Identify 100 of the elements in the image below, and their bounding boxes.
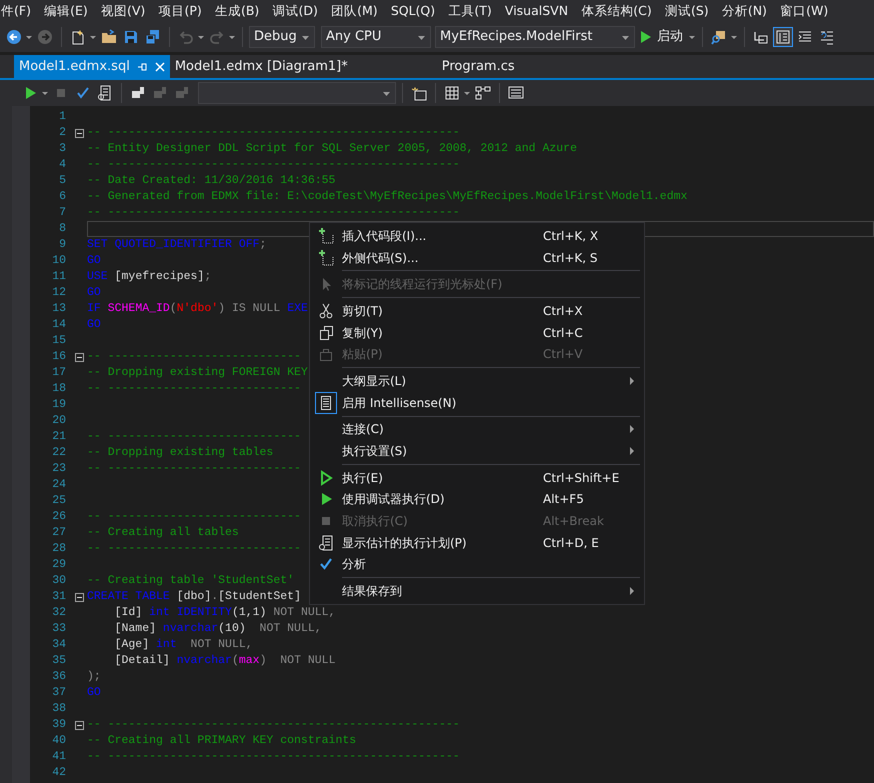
collapse-icon[interactable] xyxy=(75,592,84,602)
context-menu-item[interactable]: 使用调试器执行(D) Alt+F5 xyxy=(310,488,644,510)
line-number: 20 xyxy=(51,413,67,429)
comment-icon[interactable] xyxy=(819,29,835,45)
code-line: -- ---------------------------- xyxy=(87,541,301,557)
shortcut-text: Ctrl+K, S xyxy=(543,250,598,265)
context-menu-item[interactable]: 外侧代码(S)... Ctrl+K, S xyxy=(310,246,644,268)
execute-icon xyxy=(318,470,334,486)
properties-icon[interactable] xyxy=(508,85,524,101)
shortcut-text: Ctrl+Shift+E xyxy=(543,470,620,485)
context-menu-item[interactable]: 连接(C) xyxy=(310,418,644,440)
line-number: 25 xyxy=(51,493,67,509)
line-number: 15 xyxy=(51,333,67,349)
code-line: -- Creating table 'StudentSet' xyxy=(87,573,294,589)
line-number: 30 xyxy=(51,573,67,589)
code-line: IF SCHEMA_ID(N'dbo') IS NULL EXE xyxy=(87,301,308,317)
execution-plan-icon[interactable] xyxy=(97,85,113,101)
open-folder-icon[interactable] xyxy=(101,29,117,45)
document-tab[interactable]: Model1.edmx [Diagram1]* xyxy=(170,55,353,78)
diagram-icon[interactable] xyxy=(475,85,491,101)
code-line: -- --------------------------------------------------- xyxy=(87,125,460,141)
code-line: -- ---------------------------- xyxy=(87,381,301,397)
line-number: 35 xyxy=(51,653,67,669)
context-menu-item[interactable]: 大纲显示(L) xyxy=(310,370,644,392)
menu-bar-item[interactable]: 件(F) xyxy=(0,1,38,21)
save-icon[interactable] xyxy=(123,29,139,45)
platform-dropdown[interactable]: Any CPU xyxy=(321,26,431,48)
context-menu-item[interactable]: 执行(E) Ctrl+Shift+E xyxy=(310,466,644,489)
context-menu-item[interactable]: 剪切(T) Ctrl+X xyxy=(310,300,644,322)
copy-icon xyxy=(318,324,334,341)
new-item-icon[interactable] xyxy=(70,29,86,45)
back-icon[interactable] xyxy=(6,29,22,45)
close-icon[interactable] xyxy=(154,60,166,72)
menu-bar-item[interactable]: 分析(N) xyxy=(715,1,774,21)
line-number: 2 xyxy=(58,125,67,141)
scissors-icon xyxy=(318,302,334,319)
context-menu-item[interactable]: 插入代码段(I)... Ctrl+K, X xyxy=(310,225,644,247)
save-all-icon[interactable] xyxy=(145,29,161,45)
line-number: 18 xyxy=(51,381,67,397)
code-line: -- Dropping existing FOREIGN KEY xyxy=(87,365,308,381)
context-menu-item[interactable]: 启用 Intellisense(N) xyxy=(310,392,644,414)
code-line: -- --------------------------------------------------- xyxy=(87,157,460,173)
line-number: 39 xyxy=(51,717,67,733)
code-line: GO xyxy=(87,685,101,701)
line-number: 12 xyxy=(51,285,67,301)
menu-bar-item[interactable]: 工具(T) xyxy=(442,1,498,21)
context-menu-item[interactable]: 复制(Y) Ctrl+C xyxy=(310,322,644,344)
new-query-icon[interactable] xyxy=(411,85,427,101)
menu-bar-item[interactable]: 团队(M) xyxy=(324,1,384,21)
code-line: -- ---------------------------- xyxy=(87,509,301,525)
code-line: -- Creating all PRIMARY KEY constraints xyxy=(87,733,356,749)
configuration-dropdown[interactable]: Debug xyxy=(249,26,315,48)
startup-project-dropdown[interactable]: MyEfRecipes.ModelFirst xyxy=(435,26,635,48)
context-menu-item[interactable]: 执行设置(S) xyxy=(310,440,644,462)
connect-icon[interactable] xyxy=(130,85,146,101)
code-line: USE [myefrecipes]; xyxy=(87,269,212,285)
code-line: -- Entity Designer DDL Script for SQL Server 2005, 2008, 2012 and Azure xyxy=(87,141,577,157)
step-icon[interactable] xyxy=(753,29,769,45)
shortcut-text: Ctrl+K, X xyxy=(543,228,598,243)
layout-icon[interactable] xyxy=(775,29,791,45)
shortcut-text: Alt+F5 xyxy=(543,492,584,506)
collapse-icon[interactable] xyxy=(75,720,84,730)
menu-bar-item[interactable]: 生成(B) xyxy=(208,1,266,21)
menu-bar-item[interactable]: VisualSVN xyxy=(498,1,575,21)
code-line: -- ---------------------------- xyxy=(87,461,301,477)
context-menu-item[interactable]: 显示估计的执行计划(P) Ctrl+D, E xyxy=(310,532,644,554)
menu-bar-item[interactable]: SQL(Q) xyxy=(384,1,442,21)
menu-bar-item[interactable]: 编辑(E) xyxy=(38,1,94,21)
grid-icon[interactable] xyxy=(444,85,460,101)
start-button[interactable]: 启动 xyxy=(637,27,687,47)
menu-bar-item[interactable]: 体系结构(C) xyxy=(574,1,658,21)
line-number: 5 xyxy=(58,173,67,189)
line-number: 6 xyxy=(58,189,67,205)
context-menu-item[interactable]: 结果保存到 xyxy=(310,580,644,602)
line-number: 21 xyxy=(51,429,67,445)
menu-bar-item[interactable]: 调试(D) xyxy=(266,1,324,21)
menu-bar-item[interactable]: 测试(S) xyxy=(658,1,716,21)
find-in-files-icon[interactable] xyxy=(711,29,727,45)
line-number: 41 xyxy=(51,749,67,765)
line-number: 16 xyxy=(51,349,67,365)
menu-bar-item[interactable]: 项目(P) xyxy=(152,1,208,21)
pin-icon[interactable] xyxy=(136,60,148,72)
collapse-icon[interactable] xyxy=(75,128,84,138)
document-tab[interactable]: Model1.edmx.sql xyxy=(14,55,170,78)
line-number: 3 xyxy=(58,141,67,157)
document-tab[interactable]: Program.cs xyxy=(436,55,520,78)
line-number: 7 xyxy=(58,205,67,221)
execution-plan-icon xyxy=(318,534,334,551)
shortcut-text: Ctrl+D, E xyxy=(543,536,599,550)
shortcut-text: Alt+Break xyxy=(543,514,604,528)
collapse-icon[interactable] xyxy=(75,352,84,362)
line-number: 8 xyxy=(58,221,67,237)
context-menu-item[interactable]: 分析 xyxy=(310,554,644,576)
check-icon[interactable] xyxy=(75,85,91,101)
line-number: 40 xyxy=(51,733,67,749)
code-line: [Detail] nvarchar(max) NOT NULL xyxy=(114,653,336,669)
menu-bar-item[interactable]: 视图(V) xyxy=(94,1,152,21)
menu-bar-item[interactable]: 窗口(W) xyxy=(774,1,835,21)
line-number: 23 xyxy=(51,461,67,477)
line-number: 24 xyxy=(51,477,67,493)
